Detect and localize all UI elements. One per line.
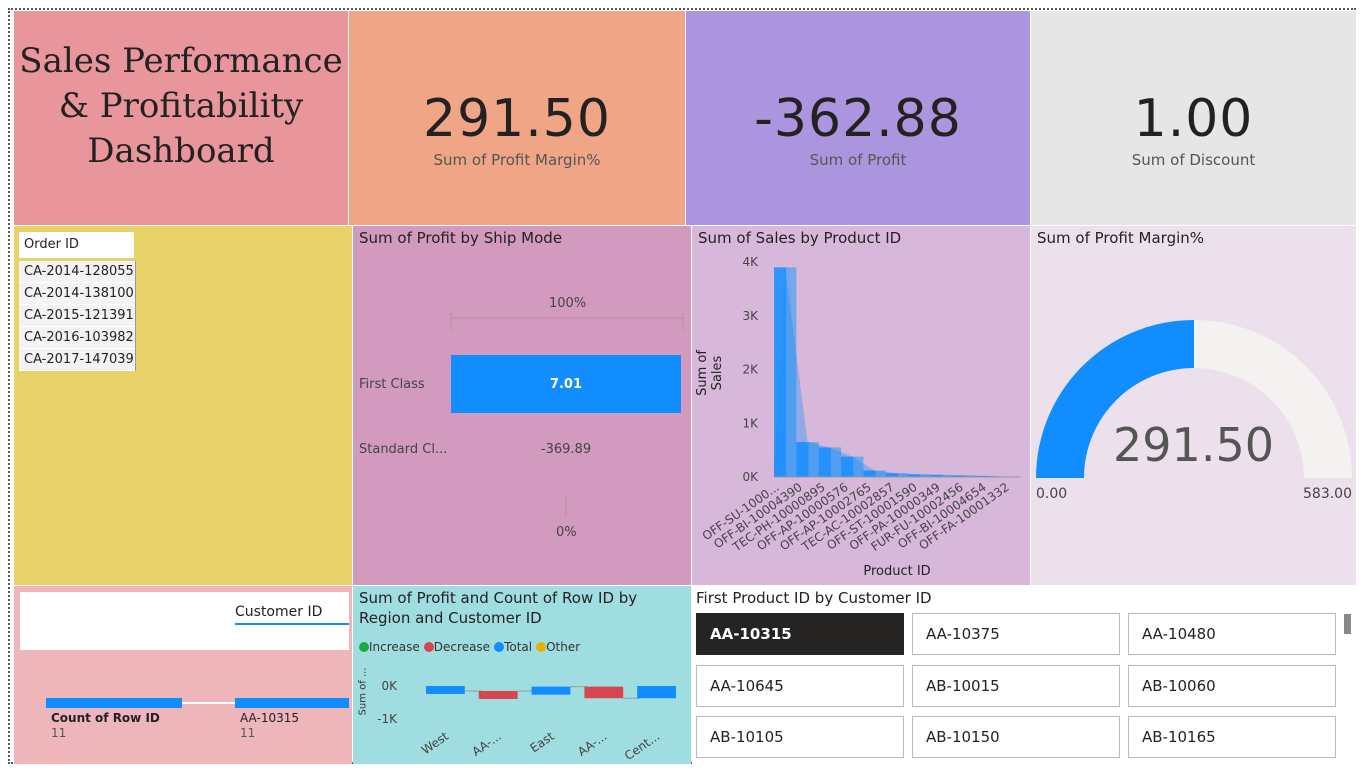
y-tick-label: 1K [742, 416, 759, 430]
customer-card[interactable]: AB-10060 [1128, 665, 1336, 707]
customer-label: AA-10315 [240, 711, 299, 725]
scrollbar[interactable] [1344, 614, 1351, 634]
profit-waterfall-chart: Sum of Profit and Count of Row ID by Reg… [353, 586, 691, 764]
slicer-header: Order ID [19, 232, 134, 258]
funnel-bar[interactable] [46, 698, 182, 708]
waterfall-bar [531, 686, 571, 695]
x-tick-label: AA-... [575, 729, 609, 759]
kpi-value: -362.88 [754, 89, 962, 149]
y-axis-label: Sum of Sales [695, 350, 725, 396]
customer-funnel: Customer ID Count of Row ID 11 AA-10315 … [14, 586, 352, 764]
waterfall-bar [584, 686, 624, 699]
ship-mode-value: 7.01 [549, 377, 583, 392]
order-id-slicer: Order ID CA-2014-128055 CA-2014-138100 C… [14, 226, 352, 585]
y-tick-label: 3K [742, 309, 759, 323]
slicer-item[interactable]: CA-2016-103982 [19, 327, 135, 349]
waterfall-bar [478, 690, 518, 699]
y-tick-label: -1K [377, 712, 398, 726]
customer-card[interactable]: AA-10645 [696, 665, 904, 707]
waterfall-bar [426, 686, 465, 694]
gauge-max: 583.00 [1303, 486, 1352, 502]
ship-mode-value: -369.89 [540, 442, 592, 457]
kpi-label: Sum of Profit [809, 151, 907, 169]
ship-mode-label: First Class [359, 377, 425, 392]
ship-mode-label: Standard Cl... [359, 442, 448, 457]
sales-by-product-chart: Sum of Sales by Product ID 0K 1K 2K 3K 4K OFF… [692, 226, 1030, 585]
kpi-card-profit[interactable]: -362.88 Sum of Profit [686, 11, 1030, 225]
funnel-connector [182, 702, 235, 704]
title-tile: Sales Performance & Profitability Dashbo… [14, 11, 348, 225]
y-tick-label: 4K [742, 255, 759, 269]
profit-by-ship-mode-chart: Sum of Profit by Ship Mode 100% First Cl… [353, 226, 691, 585]
funnel-bar[interactable] [235, 698, 349, 708]
waterfall-svg: 0K -1K West AA-... East AA-... Cent... [377, 679, 676, 763]
kpi-value: 1.00 [1133, 89, 1254, 149]
funnel-header-bg [20, 592, 349, 650]
customer-id-header[interactable]: Customer ID [235, 604, 322, 620]
x-tick-label: AA-... [469, 729, 503, 759]
x-tick-label: Cent... [622, 729, 662, 763]
customer-card[interactable]: AB-10165 [1128, 716, 1336, 758]
bottom-percent-label: 0% [556, 525, 577, 540]
x-axis-label: Product ID [863, 564, 931, 579]
slicer-list: CA-2014-128055 CA-2014-138100 CA-2015-12… [19, 261, 136, 371]
title-line-2: & Profitability [58, 86, 304, 126]
y-tick-label: 0K [742, 470, 759, 484]
title-line-3: Dashboard [87, 131, 275, 171]
kpi-value: 291.50 [423, 89, 611, 149]
customer-card[interactable]: AB-10015 [912, 665, 1120, 707]
gauge-value: 291.50 [1113, 418, 1274, 472]
customer-card[interactable]: AA-10315 [696, 613, 904, 655]
kpi-card-discount[interactable]: 1.00 Sum of Discount [1031, 11, 1356, 225]
x-tick-label: West [419, 729, 451, 758]
slicer-item[interactable]: CA-2017-147039 [19, 349, 135, 371]
y-tick-label: 0K [381, 679, 398, 693]
slicer-item[interactable]: CA-2014-138100 [19, 283, 135, 305]
dashboard-title: Sales Performance & Profitability Dashbo… [14, 39, 348, 174]
slicer-item[interactable]: CA-2015-121391 [19, 305, 135, 327]
customer-card[interactable]: AA-10480 [1128, 613, 1336, 655]
gauge-min: 0.00 [1036, 486, 1068, 502]
kpi-label: Sum of Discount [1131, 151, 1256, 169]
metric-label: Count of Row ID [51, 711, 160, 725]
header-underline [235, 623, 349, 625]
slicer-item[interactable]: CA-2014-128055 [19, 261, 135, 283]
customer-card[interactable]: AB-10105 [696, 716, 904, 758]
title-line-1: Sales Performance [19, 41, 343, 81]
y-tick-label: 2K [742, 363, 759, 377]
first-product-cards: First Product ID by Customer ID AA-10315… [692, 586, 1356, 764]
gauge-svg [1036, 320, 1352, 478]
customer-value: 11 [240, 726, 256, 740]
sales-area-svg: 0K1K2K3K4KOFF-SU-1000...OFF-BI-10004390T… [700, 255, 1020, 555]
sales-area [774, 267, 1020, 477]
kpi-card-profit-margin[interactable]: 291.50 Sum of Profit Margin% [349, 11, 685, 225]
ship-mode-svg [450, 313, 684, 516]
x-tick-label: East [527, 729, 556, 755]
profit-margin-gauge: Sum of Profit Margin% 291.50 0.00 583.00 [1031, 226, 1356, 585]
customer-card[interactable]: AA-10375 [912, 613, 1120, 655]
metric-value: 11 [51, 726, 67, 740]
kpi-label: Sum of Profit Margin% [433, 151, 601, 169]
customer-card[interactable]: AB-10150 [912, 716, 1120, 758]
waterfall-bar [637, 686, 676, 699]
chart-title: First Product ID by Customer ID [696, 589, 932, 607]
